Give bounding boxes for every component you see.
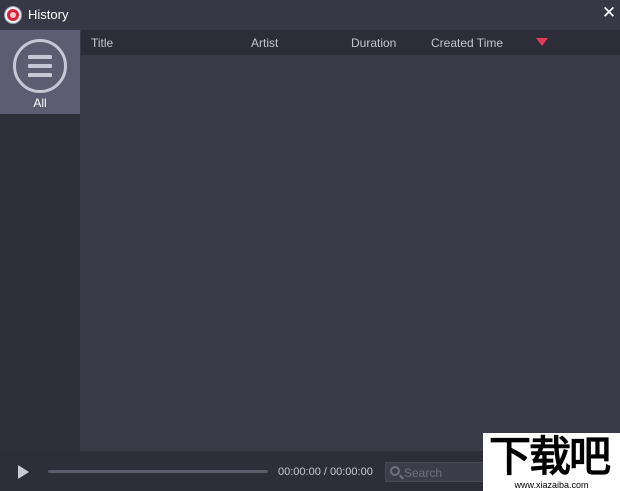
search-box[interactable] xyxy=(385,462,485,482)
history-table: Title Artist Duration Created Time xyxy=(81,30,620,451)
category-all[interactable]: All xyxy=(0,30,80,114)
play-button[interactable] xyxy=(18,465,29,479)
search-icon xyxy=(390,466,400,476)
table-header: Title Artist Duration Created Time xyxy=(81,30,620,55)
title-bar: History ✕ xyxy=(0,0,620,30)
column-header-artist[interactable]: Artist xyxy=(251,36,278,50)
sort-desc-icon[interactable] xyxy=(536,38,548,46)
category-sidebar: All xyxy=(0,30,80,451)
column-header-title[interactable]: Title xyxy=(91,36,113,50)
watermark: 下载吧 www.xiazaiba.com xyxy=(483,433,620,491)
app-logo-icon xyxy=(4,6,22,24)
list-icon xyxy=(13,39,67,93)
column-header-duration[interactable]: Duration xyxy=(351,36,396,50)
category-label: All xyxy=(33,96,47,110)
window-title: History xyxy=(28,7,69,22)
watermark-url: www.xiazaiba.com xyxy=(514,480,589,490)
column-header-created-time[interactable]: Created Time xyxy=(431,36,503,50)
close-button[interactable]: ✕ xyxy=(600,4,618,22)
table-body xyxy=(81,55,620,451)
watermark-logo: 下载吧 xyxy=(489,432,611,481)
progress-slider[interactable] xyxy=(48,470,268,473)
time-readout: 00:00:00 / 00:00:00 xyxy=(278,466,373,478)
search-input[interactable] xyxy=(404,464,484,481)
